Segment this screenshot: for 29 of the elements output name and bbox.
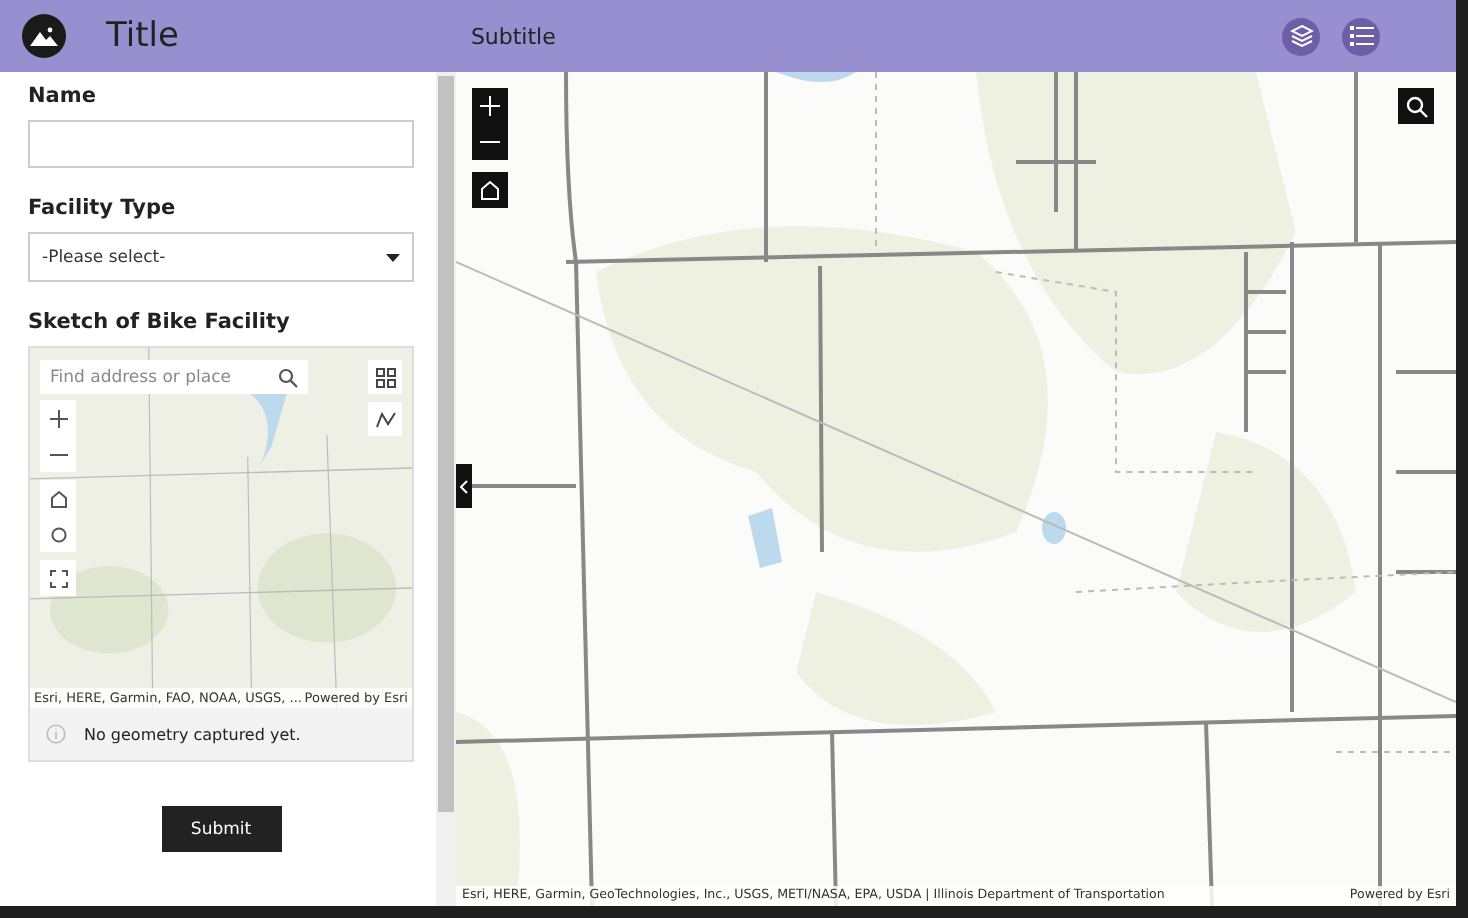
collapse-panel-icon[interactable] [456, 464, 472, 508]
select-tool-icon[interactable] [368, 360, 402, 394]
app-subtitle: Subtitle [470, 23, 556, 49]
field-label: Name [28, 84, 98, 108]
app-title: Title [106, 16, 179, 56]
caret-icon [386, 253, 400, 261]
search-field[interactable]: Find address or place [40, 360, 308, 394]
zoom-in-icon[interactable] [40, 400, 76, 436]
field-label: Sketch of Bike Facility [28, 310, 292, 334]
scrollbar[interactable] [436, 72, 456, 906]
polyline-tool-icon[interactable] [368, 402, 402, 436]
list-icon[interactable] [1342, 17, 1380, 55]
fullscreen-icon[interactable] [40, 560, 76, 596]
status-message: No geometry captured yet. [84, 725, 301, 743]
zoom-in-icon[interactable] [472, 88, 508, 124]
facility-type-dropdown[interactable]: -Please select- [28, 232, 414, 282]
locate-icon[interactable] [40, 516, 76, 552]
search-icon [278, 367, 298, 387]
submit-button[interactable]: Submit [161, 806, 281, 852]
info-icon [46, 724, 66, 744]
zoom-out-icon[interactable] [40, 436, 76, 472]
home-icon[interactable] [40, 480, 76, 516]
name-input-field[interactable] [28, 120, 414, 168]
logo-icon [22, 14, 66, 58]
zoom-out-icon[interactable] [472, 124, 508, 160]
home-icon[interactable] [472, 172, 508, 208]
search-icon[interactable] [1398, 88, 1434, 124]
layers-icon[interactable] [1282, 17, 1320, 55]
field-label: Facility Type [28, 196, 178, 220]
